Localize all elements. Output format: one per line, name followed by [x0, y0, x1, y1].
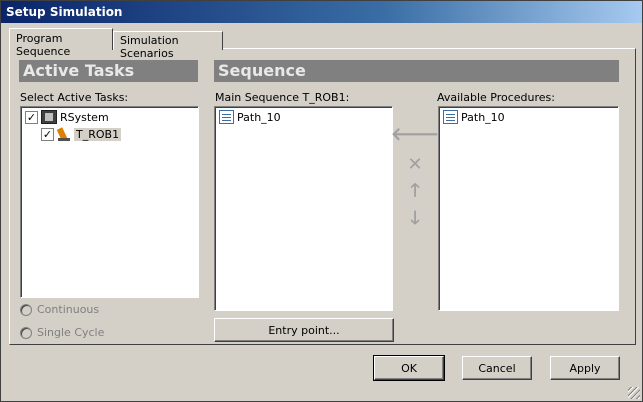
rsystem-checkbox[interactable]: ✓: [25, 110, 38, 124]
robot-task-icon: [57, 127, 73, 142]
apply-button-label: Apply: [569, 361, 601, 375]
apply-button[interactable]: Apply: [550, 356, 620, 380]
main-sequence-item-path-10[interactable]: Path_10: [219, 108, 281, 126]
available-procedures-label: Available Procedures:: [437, 91, 555, 104]
cancel-button[interactable]: Cancel: [462, 356, 532, 380]
radio-single-cycle[interactable]: Single Cycle: [20, 326, 104, 339]
select-active-tasks-label: Select Active Tasks:: [20, 91, 129, 104]
tree-item-label: RSystem: [60, 110, 109, 124]
tab-program-sequence[interactable]: Program Sequence: [9, 28, 113, 58]
ok-button[interactable]: OK: [373, 355, 445, 381]
radio-single-cycle-label: Single Cycle: [37, 326, 105, 339]
active-tasks-tree[interactable]: ✓ RSystem ✓ T_ROB1: [20, 106, 199, 298]
radio-button[interactable]: [20, 326, 32, 339]
remove-from-sequence-button[interactable]: ✕: [402, 152, 428, 176]
list-item-label: Path_10: [237, 110, 281, 124]
active-tasks-header: Active Tasks: [19, 60, 198, 82]
available-procedures-list[interactable]: Path_10: [438, 106, 619, 311]
arrow-up-icon: 🡑: [410, 180, 420, 201]
radio-continuous[interactable]: Continuous: [20, 303, 99, 316]
tree-item-t-rob1[interactable]: ✓ T_ROB1: [41, 125, 122, 143]
available-procedure-item-path-10[interactable]: Path_10: [443, 108, 505, 126]
tab-simulation-scenarios[interactable]: Simulation Scenarios: [113, 31, 223, 60]
ok-button-label: OK: [401, 361, 417, 375]
resize-grip-icon[interactable]: [628, 387, 640, 399]
x-icon: ✕: [407, 153, 423, 175]
radio-continuous-label: Continuous: [37, 303, 100, 316]
procedure-icon: [443, 110, 458, 124]
setup-simulation-dialog: Setup Simulation Program Sequence Simula…: [0, 0, 643, 402]
tab-simulation-scenarios-label: Simulation Scenarios: [120, 34, 179, 60]
move-up-button[interactable]: 🡑: [402, 180, 428, 205]
arrow-left-icon: 🡐: [390, 123, 440, 145]
list-item-label: Path_10: [461, 110, 505, 124]
procedure-icon: [219, 110, 234, 124]
arrow-down-icon: 🡓: [410, 208, 420, 229]
t-rob1-checkbox[interactable]: ✓: [41, 127, 54, 141]
system-icon: [41, 110, 57, 124]
add-to-sequence-button[interactable]: 🡐: [391, 122, 439, 146]
tree-item-label: T_ROB1: [74, 127, 122, 141]
window-title: Setup Simulation: [6, 5, 123, 19]
entry-point-button[interactable]: Entry point...: [214, 318, 394, 342]
move-down-button[interactable]: 🡓: [402, 208, 428, 233]
cancel-button-label: Cancel: [478, 361, 516, 375]
sequence-header: Sequence: [214, 60, 619, 82]
radio-button[interactable]: [20, 303, 32, 316]
active-tasks-header-text: Active Tasks: [23, 61, 135, 80]
sequence-header-text: Sequence: [218, 61, 306, 80]
entry-point-button-label: Entry point...: [268, 323, 340, 337]
tab-program-sequence-label: Program Sequence: [16, 32, 71, 58]
tree-item-rsystem[interactable]: ✓ RSystem: [25, 108, 109, 126]
title-bar: Setup Simulation: [1, 1, 642, 23]
main-sequence-list[interactable]: Path_10: [214, 106, 393, 311]
main-sequence-label: Main Sequence T_ROB1:: [215, 91, 350, 104]
